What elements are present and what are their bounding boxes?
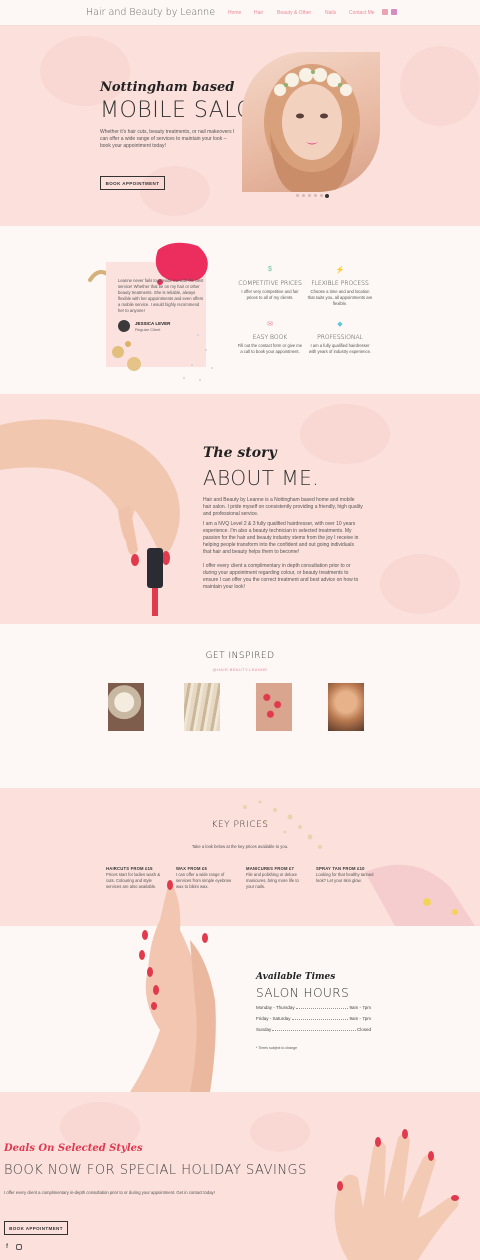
price-text-spray-tan: Looking for that healthy tanned look? Le… <box>316 872 374 883</box>
price-title-spray-tan: SPRAY TAN FROM £10 <box>316 866 365 871</box>
instagram-icon[interactable] <box>391 9 397 15</box>
price-title-wax: WAX FROM £5 <box>176 866 208 871</box>
hero-subtitle: Nottingham based <box>100 80 235 95</box>
hero-description: Whether it's hair cuts, beauty treatment… <box>100 129 235 149</box>
hours-day: Friday - Saturday <box>256 1016 291 1021</box>
about-paragraph-1: Hair and Beauty by Leanne is a Nottingha… <box>203 497 363 517</box>
features-section <box>0 226 480 394</box>
hero-model-photo <box>242 52 380 192</box>
feature-text-flexible: Choose a time and and location that suit… <box>307 289 373 306</box>
facebook-icon[interactable]: f <box>6 1244 8 1250</box>
nav-beauty-other[interactable]: Beauty & Other <box>277 10 311 16</box>
hours-subtitle: Available Times <box>256 972 336 982</box>
instagram-icon[interactable] <box>16 1244 22 1250</box>
slider-dot-3[interactable] <box>308 194 311 197</box>
about-paragraph-2: I am a NVQ Level 2 & 3 fully qualified h… <box>203 521 359 555</box>
feature-text-easy-book: Fill out the contact form or give me a c… <box>237 343 303 354</box>
gallery-photo-bob-haircut[interactable] <box>108 683 144 731</box>
feature-title-competitive: COMPETITIVE PRICES <box>238 280 302 287</box>
about-title: ABOUT ME. <box>203 466 320 490</box>
hours-day: Monday - Thursday <box>256 1005 295 1010</box>
glitter-decoration <box>243 800 475 926</box>
diamond-icon: ◆ <box>337 321 343 328</box>
feature-title-flexible: FLEXIBLE PROCESS <box>311 280 369 287</box>
hero-section <box>0 26 480 226</box>
slider-dot-2[interactable] <box>302 194 305 197</box>
deals-subtitle: Deals On Selected Styles <box>4 1143 143 1154</box>
slider-dot-5[interactable] <box>320 194 323 197</box>
nav-home[interactable]: Home <box>228 10 241 16</box>
gallery-photo-red-nails[interactable] <box>256 683 292 731</box>
hours-row-sunday: Sunday Closed <box>256 1027 371 1032</box>
deals-title: BOOK NOW FOR SPECIAL HOLIDAY SAVINGS <box>4 1163 307 1178</box>
hands-nail-art-image <box>334 1129 459 1260</box>
hours-time: 9am - 7pm <box>349 1016 371 1021</box>
testimonial-name: JESSICA LEVER <box>135 321 171 326</box>
testimonial-avatar <box>118 320 130 332</box>
hand-with-nail-polish-image <box>0 419 180 616</box>
testimonial-role: Regular Client <box>135 327 161 332</box>
feature-text-competitive: I offer very competitive and fair prices… <box>241 289 299 300</box>
deals-text: I offer every client a complimentary in-… <box>4 1190 215 1195</box>
inspired-section <box>0 624 480 788</box>
lightning-icon: ⚡ <box>335 267 345 274</box>
nav-hair[interactable]: Hair <box>254 10 263 16</box>
feature-title-professional: PROFESSIONAL <box>317 334 363 341</box>
site-logo[interactable]: Hair and Beauty by Leanne <box>86 7 215 18</box>
slider-dot-4[interactable] <box>314 194 317 197</box>
about-paragraph-3: I offer every client a complimentary in … <box>203 563 359 590</box>
hours-title: SALON HOURS <box>256 986 350 1000</box>
gallery-photo-blonde-curls[interactable] <box>184 683 220 731</box>
price-text-manicures: File and polishing or deluxe manicures, … <box>246 872 299 889</box>
hours-row-mon-thu: Monday - Thursday 9am - 7pm <box>256 1005 371 1010</box>
inspired-title: GET INSPIRED <box>205 651 275 661</box>
prices-intro: Take a look below at the key prices avai… <box>191 844 289 849</box>
slider-dot-1[interactable] <box>296 194 299 197</box>
model-portrait-illustration <box>264 64 360 192</box>
hero-book-button[interactable]: BOOK APPOINTMENT <box>100 176 165 190</box>
price-title-haircuts: HAIRCUTS FROM £15 <box>106 866 153 871</box>
about-subtitle: The story <box>203 445 277 461</box>
deals-book-button[interactable]: BOOK APPOINTMENT <box>4 1221 68 1235</box>
hours-day: Sunday <box>256 1027 272 1032</box>
hands-red-nails-image <box>130 880 216 1092</box>
gallery-photo-makeup[interactable] <box>328 683 364 731</box>
dollar-icon: $ <box>268 266 272 273</box>
nav-contact[interactable]: Contact Me <box>349 10 375 16</box>
hours-section <box>0 926 480 1092</box>
instagram-handle[interactable]: @HAIR.BEAUTY.LEANNE <box>0 667 480 672</box>
hours-time: 9am - 7pm <box>349 1005 371 1010</box>
facebook-icon[interactable] <box>382 9 388 15</box>
hours-time: Closed <box>356 1027 371 1032</box>
nav-nails[interactable]: Nails <box>325 10 336 16</box>
slider-dot-6-active[interactable] <box>325 194 329 198</box>
envelope-icon: ✉ <box>267 321 273 328</box>
testimonial-quote: Leanne never fails to provide me with th… <box>118 278 204 313</box>
feature-text-professional: I am a fully qualified hairdresser with … <box>308 343 372 354</box>
feature-title-easy-book: EASY BOOK <box>252 334 288 341</box>
site-header: Hair and Beauty by Leanne Home Hair Beau… <box>0 0 480 26</box>
hours-note: * Times subject to change <box>256 1046 298 1050</box>
prices-title: KEY PRICES <box>211 820 269 830</box>
hours-row-fri-sat: Friday - Saturday 9am - 7pm <box>256 1016 371 1021</box>
price-title-manicures: MANICURES FROM £7 <box>246 866 295 871</box>
